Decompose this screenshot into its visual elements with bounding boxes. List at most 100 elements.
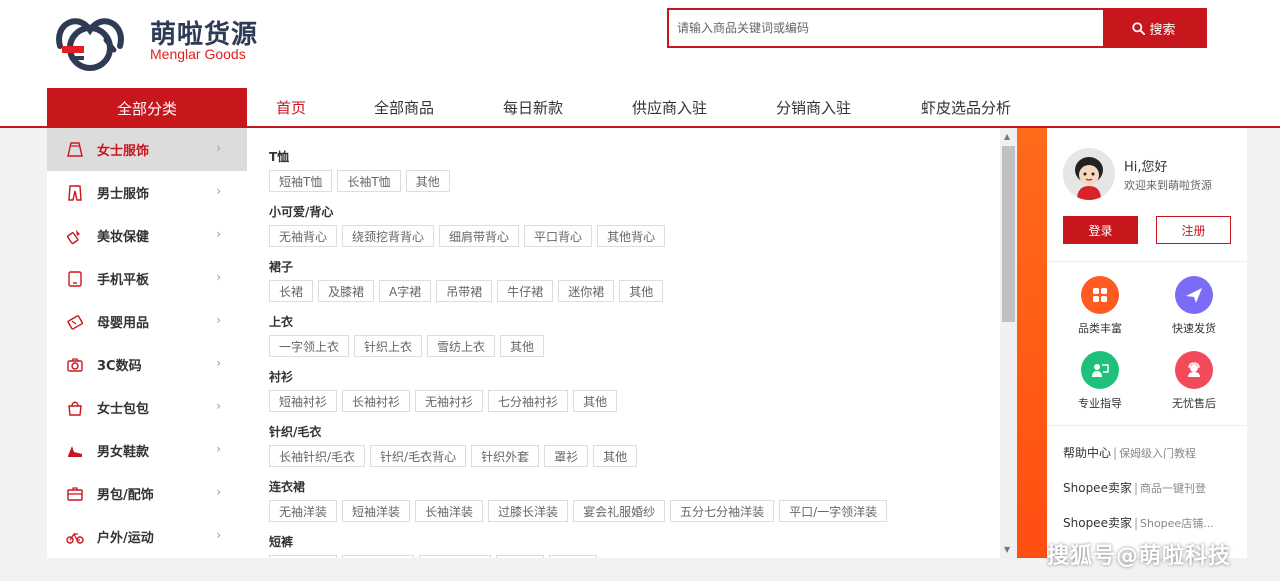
sidebar-item-mens-bags[interactable]: 男包/配饰 › — [47, 472, 247, 515]
divider — [1047, 425, 1247, 426]
subcategory-tag[interactable] — [496, 555, 544, 558]
subcategory-tag[interactable]: 针织上衣 — [354, 335, 423, 357]
subcategory-tag[interactable]: 牛仔裙 — [497, 280, 554, 302]
help-link[interactable]: Shopee卖家 | 商品一键刊登 — [1063, 479, 1206, 496]
sidebar-item-label: 3C数码 — [97, 359, 142, 374]
sidebar-item-womens-clothing[interactable]: 女士服饰 › — [47, 128, 247, 171]
feature-rich-categories[interactable]: 品类丰富 — [1060, 276, 1140, 336]
login-button[interactable]: 登录 — [1063, 216, 1138, 244]
subcategory-tag[interactable]: 吊带裙 — [436, 280, 493, 302]
subcategory-tag[interactable]: 其他 — [619, 280, 664, 302]
subcategory-tag[interactable]: 宴会礼服婚纱 — [573, 500, 666, 522]
category-group-title: 上衣 — [269, 315, 294, 329]
subcategory-tag[interactable]: 短袖洋装 — [342, 500, 411, 522]
sidebar-item-3c-digital[interactable]: 3C数码 › — [47, 343, 247, 386]
divider — [1047, 261, 1247, 262]
subcategory-tag[interactable]: 过膝长洋装 — [488, 500, 569, 522]
chevron-right-icon: › — [216, 184, 221, 198]
category-group: 小可爱/背心 无袖背心 绕颈挖背背心 细肩带背心 平口背心 其他背心 — [269, 203, 666, 247]
subcategory-tag[interactable]: 绕颈挖背背心 — [342, 225, 435, 247]
search-input[interactable] — [669, 10, 1103, 46]
subcategory-tag[interactable]: 其他 — [593, 445, 638, 467]
nav-item-supplier-join[interactable]: 供应商入驻 — [632, 97, 707, 118]
subcategory-tag[interactable] — [342, 555, 414, 558]
category-group: T恤 短袖T恤 长袖T恤 其他 — [269, 148, 450, 192]
category-group-title: 针织/毛衣 — [269, 425, 322, 439]
subcategory-tag[interactable]: 无袖洋装 — [269, 500, 338, 522]
subcategory-tag[interactable]: 平口背心 — [524, 225, 593, 247]
subcategory-tag[interactable]: 七分袖衬衫 — [488, 390, 569, 412]
subcategory-tag[interactable]: 短袖衬衫 — [269, 390, 338, 412]
subcategory-tag[interactable]: 迷你裙 — [558, 280, 615, 302]
brand-logo-icon[interactable] — [50, 10, 130, 74]
promo-banner-strip[interactable] — [1017, 128, 1047, 558]
category-group: 针织/毛衣 长袖针织/毛衣 针织/毛衣背心 针织外套 罩衫 其他 — [269, 423, 638, 467]
subcategory-tag[interactable]: 五分七分袖洋装 — [670, 500, 775, 522]
subcategory-tag[interactable]: 长袖针织/毛衣 — [269, 445, 366, 467]
help-link-sub: 商品一键刊登 — [1140, 482, 1206, 495]
help-link-main: Shopee卖家 — [1063, 481, 1132, 495]
subcategory-tag[interactable]: 其他 — [573, 390, 618, 412]
sidebar-item-womens-bags[interactable]: 女士包包 › — [47, 386, 247, 429]
help-link[interactable]: 帮助中心 | 保姆级入门教程 — [1063, 444, 1196, 461]
nav-item-daily-new[interactable]: 每日新款 — [503, 97, 563, 118]
baby-icon — [65, 312, 85, 332]
subcategory-tag[interactable]: 罩衫 — [544, 445, 589, 467]
subcategory-tag[interactable]: 其他 — [500, 335, 545, 357]
feature-fast-shipping[interactable]: 快速发货 — [1154, 276, 1234, 336]
sidebar-item-beauty[interactable]: 美妆保健 › — [47, 214, 247, 257]
subcategory-tag[interactable]: A字裙 — [379, 280, 432, 302]
subcategory-tag[interactable]: 无袖衬衫 — [415, 390, 484, 412]
chevron-right-icon: › — [216, 270, 221, 284]
subcategory-tag[interactable]: 针织外套 — [471, 445, 540, 467]
all-categories-button[interactable]: 全部分类 — [47, 88, 247, 128]
nav-item-all-products[interactable]: 全部商品 — [374, 97, 434, 118]
scroll-down-icon[interactable]: ▼ — [1004, 545, 1010, 554]
subcategory-tag[interactable]: 其他 — [405, 170, 450, 192]
subcategory-tag[interactable]: 其他背心 — [597, 225, 666, 247]
category-group-title: 小可爱/背心 — [269, 205, 334, 219]
subcategory-tag[interactable]: 长裙 — [269, 280, 314, 302]
subcategory-tag[interactable]: 针织/毛衣背心 — [370, 445, 467, 467]
search-button[interactable]: 搜索 — [1103, 10, 1205, 46]
sidebar-item-baby[interactable]: 母婴用品 › — [47, 300, 247, 343]
nav-item-home[interactable]: 首页 — [276, 97, 306, 118]
category-group-title: 裙子 — [269, 260, 294, 274]
feature-label: 无忧售后 — [1172, 397, 1216, 410]
subcategory-tag[interactable]: 长袖洋装 — [415, 500, 484, 522]
nav-item-shopee-analysis[interactable]: 虾皮选品分析 — [921, 97, 1011, 118]
feature-after-sales[interactable]: 无忧售后 — [1154, 351, 1234, 411]
sidebar-item-outdoor-sports[interactable]: 户外/运动 › — [47, 515, 247, 558]
subcategory-tag[interactable]: 及膝裙 — [318, 280, 375, 302]
category-group-title: T恤 — [269, 150, 290, 164]
subcategory-tag[interactable] — [419, 555, 491, 558]
subcategory-tag[interactable]: 雪纺上衣 — [427, 335, 496, 357]
category-group: 裙子 长裙 及膝裙 A字裙 吊带裙 牛仔裙 迷你裙 其他 — [269, 258, 664, 302]
subcategory-tag[interactable]: 长袖T恤 — [337, 170, 401, 192]
panel-scrollbar[interactable]: ▲ ▼ — [1000, 128, 1017, 558]
help-link[interactable]: Shopee卖家 | Shopee店铺... — [1063, 514, 1214, 531]
sidebar-item-label: 男士服饰 — [97, 187, 150, 202]
register-button[interactable]: 注册 — [1156, 216, 1231, 244]
scrollbar-thumb[interactable] — [1002, 146, 1015, 322]
sidebar-item-phones-tablets[interactable]: 手机平板 › — [47, 257, 247, 300]
sidebar-item-mens-clothing[interactable]: 男士服饰 › — [47, 171, 247, 214]
subcategory-tag[interactable]: 无袖背心 — [269, 225, 338, 247]
chevron-right-icon: › — [216, 399, 221, 413]
subcategory-tag[interactable]: 一字领上衣 — [269, 335, 350, 357]
grid-icon — [1081, 276, 1119, 314]
subcategory-tag[interactable] — [549, 555, 597, 558]
nav-item-distributor-join[interactable]: 分销商入驻 — [776, 97, 851, 118]
subcategory-tag[interactable] — [269, 555, 337, 558]
subcategory-tag[interactable]: 细肩带背心 — [439, 225, 520, 247]
subcategory-tag[interactable]: 短袖T恤 — [269, 170, 333, 192]
category-group: 上衣 一字领上衣 针织上衣 雪纺上衣 其他 — [269, 313, 545, 357]
sidebar-item-shoes[interactable]: 男女鞋款 › — [47, 429, 247, 472]
feature-professional-guidance[interactable]: 专业指导 — [1060, 351, 1140, 411]
subcategory-tag[interactable]: 平口/一字领洋装 — [779, 500, 888, 522]
greeting-text: Hi,您好 — [1124, 160, 1168, 175]
scroll-up-icon[interactable]: ▲ — [1004, 132, 1010, 141]
feature-label: 专业指导 — [1078, 397, 1122, 410]
chevron-right-icon: › — [216, 528, 221, 542]
subcategory-tag[interactable]: 长袖衬衫 — [342, 390, 411, 412]
